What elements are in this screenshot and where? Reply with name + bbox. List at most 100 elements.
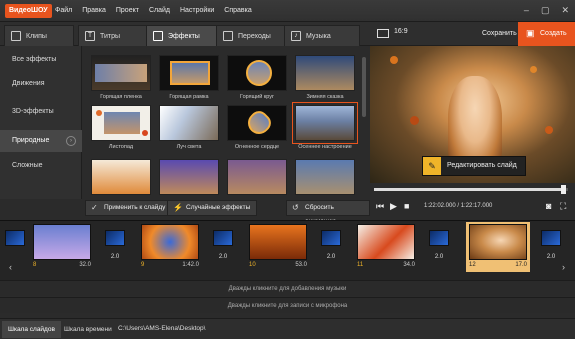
stop-icon[interactable]: ■ xyxy=(404,201,409,211)
tab-transitions-label: Переходы xyxy=(238,32,271,40)
effect-thumbnail xyxy=(227,105,287,141)
menu-help[interactable]: Справка xyxy=(224,0,251,22)
effect-thumbnail xyxy=(227,159,287,195)
effect-label: Горящая пленка xyxy=(100,94,142,100)
transition-duration: 2.0 xyxy=(326,254,336,260)
transition-thumbnail xyxy=(541,230,561,246)
tab-clips-label: Клипы xyxy=(26,32,47,40)
edit-slide-label: Редактировать слайд xyxy=(447,162,517,169)
slide-duration: 53.0 xyxy=(295,262,307,268)
random-effects-button[interactable]: ⚡ Случайные эффекты xyxy=(167,200,258,216)
menu-project[interactable]: Проект xyxy=(116,0,139,22)
seek-bar-progress xyxy=(374,188,564,191)
slide-thumbnail xyxy=(469,224,527,260)
timeline-slide[interactable]: 9 1:42.0 xyxy=(138,222,202,272)
create-video-icon: ▣ xyxy=(526,28,535,38)
timeline-slide-active[interactable]: 12 17.0 xyxy=(466,222,530,272)
reset-animation-button[interactable]: ↺ Сбросить анимацию xyxy=(286,200,370,225)
minimize-button[interactable]: – xyxy=(524,5,529,15)
tab-effects[interactable]: Эффекты xyxy=(146,25,218,46)
previous-icon[interactable]: ⏮ xyxy=(376,201,384,211)
save-button[interactable]: Сохранить xyxy=(482,30,517,37)
timeline-slide[interactable]: 10 53.0 xyxy=(246,222,310,272)
apply-label: Применить к слайду xyxy=(104,204,166,211)
category-all-effects[interactable]: Все эффекты xyxy=(0,49,82,71)
preview-photo xyxy=(448,76,502,168)
slide-duration: 17.0 xyxy=(515,262,527,268)
transition-tile[interactable]: 2.0 xyxy=(104,230,126,272)
effect-item[interactable] xyxy=(89,159,153,195)
effect-fiery-heart[interactable]: Огненное сердце xyxy=(225,105,289,150)
check-icon: ✓ xyxy=(91,203,98,212)
slide-duration: 34.0 xyxy=(403,262,415,268)
effect-burning-film[interactable]: Горящая пленка xyxy=(89,55,153,100)
transition-tile[interactable]: 2.0 xyxy=(320,230,342,272)
transition-tile[interactable]: 2.0 xyxy=(540,230,562,272)
microphone-track[interactable]: Дважды кликните для записи с микрофона xyxy=(0,297,575,313)
music-icon: ♪ xyxy=(291,31,301,41)
create-button[interactable]: ▣ Создать xyxy=(518,22,575,46)
music-track[interactable]: Дважды кликните для добавления музыки xyxy=(0,280,575,296)
snapshot-icon[interactable]: ◙ xyxy=(546,201,551,211)
slide-thumbnail xyxy=(249,224,307,260)
window-controls: – ▢ ✕ xyxy=(524,5,569,15)
tab-time-scale[interactable]: Шкала времени xyxy=(58,321,118,338)
category-movements[interactable]: Движения xyxy=(0,73,82,95)
tab-slide-scale[interactable]: Шкала слайдов xyxy=(2,321,61,338)
transition-duration: 2.0 xyxy=(110,254,120,260)
effect-item[interactable] xyxy=(157,159,221,195)
transition-tile[interactable] xyxy=(4,230,26,272)
menu-slide[interactable]: Слайд xyxy=(149,0,170,22)
effect-leaf-fall[interactable]: Листопад xyxy=(89,105,153,150)
timeline-slide[interactable]: 8 32.0 xyxy=(30,222,94,272)
transition-thumbnail xyxy=(213,230,233,246)
tab-music[interactable]: ♪ Музыка xyxy=(284,25,360,46)
effect-label: Горящий круг xyxy=(239,94,274,100)
apply-to-slide-button[interactable]: ✓ Применить к слайду xyxy=(85,200,173,216)
category-nature-label: Природные xyxy=(12,137,50,144)
tab-transitions[interactable]: Переходы xyxy=(216,25,290,46)
effects-icon xyxy=(153,31,163,41)
monitor-icon xyxy=(377,29,389,38)
effect-light-beam[interactable]: Луч света xyxy=(157,105,221,150)
edit-slide-button[interactable]: ✎ Редактировать слайд xyxy=(422,156,526,176)
transition-tile[interactable]: 2.0 xyxy=(428,230,450,272)
effect-winter-tale[interactable]: Зимняя сказка xyxy=(293,55,357,100)
transition-tile[interactable]: 2.0 xyxy=(212,230,234,272)
effect-item[interactable] xyxy=(225,159,289,195)
timeline-slide[interactable]: 11 34.0 xyxy=(354,222,418,272)
slide-duration: 1:42.0 xyxy=(182,262,199,268)
seek-handle[interactable] xyxy=(561,185,566,194)
effect-burning-circle[interactable]: Горящий круг xyxy=(225,55,289,100)
transition-duration: 2.0 xyxy=(434,254,444,260)
transitions-icon xyxy=(223,31,233,41)
effects-scrollbar[interactable] xyxy=(362,57,366,117)
aspect-ratio-selector[interactable]: 16:9 xyxy=(394,28,408,35)
effect-label: Зимняя сказка xyxy=(306,94,344,100)
effect-burning-frame[interactable]: Горящая рамка xyxy=(157,55,221,100)
effect-thumbnail xyxy=(295,55,355,91)
maximize-button[interactable]: ▢ xyxy=(541,5,550,15)
preview-header: 16:9 Сохранить ▣ Создать xyxy=(370,22,575,46)
menu-edit[interactable]: Правка xyxy=(82,0,106,22)
category-nature[interactable]: Природные › xyxy=(0,130,82,152)
effect-item[interactable] xyxy=(293,159,357,195)
effects-grid: Горящая пленка Горящая рамка Горящий кру… xyxy=(83,47,370,199)
menu-settings[interactable]: Настройки xyxy=(180,0,214,22)
category-complex[interactable]: Сложные xyxy=(0,155,82,177)
play-icon[interactable]: ▶ xyxy=(390,201,397,211)
fullscreen-icon[interactable]: ⛶ xyxy=(560,201,566,211)
close-button[interactable]: ✕ xyxy=(561,5,569,15)
tab-titles[interactable]: T Титры xyxy=(78,25,148,46)
category-3d-effects[interactable]: 3D-эффекты xyxy=(0,101,82,123)
scroll-right-icon[interactable]: › xyxy=(562,262,565,272)
menu-bar: ВидеоШОУ Файл Правка Проект Слайд Настро… xyxy=(0,0,575,22)
transition-thumbnail xyxy=(5,230,25,246)
playback-controls: ⏮ ▶ ■ 1:22:02.000 / 1:22:17.000 ◙ ⛶ xyxy=(370,198,575,216)
menu-file[interactable]: Файл xyxy=(55,0,72,22)
project-path: C:\Users\AMS-Elena\Desktop\ xyxy=(118,325,206,332)
effect-autumn-mood[interactable]: Осеннее настроение xyxy=(292,102,358,150)
tab-clips[interactable]: Клипы xyxy=(4,25,74,46)
slide-number: 12 xyxy=(469,262,476,268)
effect-thumbnail xyxy=(159,159,219,195)
